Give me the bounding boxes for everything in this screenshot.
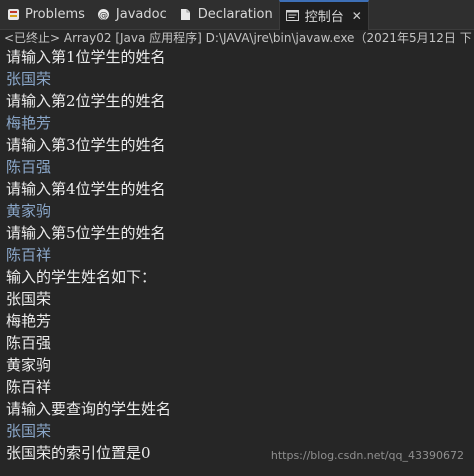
console-process-status: <已终止> Array02 [Java 应用程序] D:\JAVA\jre\bi… [0,30,474,46]
console-input-line: 陈百祥 [6,246,52,264]
console-output[interactable]: 请输入第1位学生的姓名 张国荣 请输入第2位学生的姓名 梅艳芳 请输入第3位学生的姓名陈… [0,46,474,476]
console-output-line: 输入的学生姓名如下： [6,268,157,286]
tab-label: Javadoc [115,7,167,22]
console-output-line: 陈百强 [6,334,52,352]
tab-javadoc[interactable]: @ Javadoc [91,0,173,30]
console-output-line: 请输入第5位学生的姓名 [6,224,166,242]
console-output-line: 黄家驹 [6,356,52,374]
view-tab-bar: Problems @ Javadoc Declaration 控制台 ✕ [0,0,474,30]
tab-declaration[interactable]: Declaration [173,0,279,30]
problems-icon [6,8,20,22]
javadoc-icon: @ [97,8,111,22]
svg-text:@: @ [99,11,108,21]
console-output-line: 梅艳芳 [6,312,52,330]
console-input-line: 黄家驹 [6,202,52,220]
console-output-line: 请输入第4位学生的姓名 [6,180,166,198]
console-output-line: 陈百祥 [6,378,52,396]
console-input-line: 张国荣 [6,422,52,440]
tab-label: Declaration [197,7,273,22]
declaration-icon [179,8,193,22]
console-output-line: 请输入第3位学生的姓名 [6,136,166,154]
tab-console[interactable]: 控制台 ✕ [278,0,369,30]
console-output-line: 请输入要查询的学生姓名 [6,400,172,418]
console-output-line: 请输入第1位学生的姓名 [6,48,166,66]
console-input-line: 梅艳芳 [6,114,52,132]
console-icon [286,9,300,23]
console-input-line: 陈百强 [6,158,52,176]
console-input-line: 张国荣 [6,70,52,88]
console-output-line: 张国荣 [6,290,52,308]
console-output-line: 请输入第2位学生的姓名 [6,92,166,110]
tab-label: 控制台 [304,10,344,25]
close-icon[interactable]: ✕ [352,9,362,23]
watermark: https://blog.csdn.net/qq_43390672 [270,449,464,462]
tab-problems[interactable]: Problems [0,0,91,30]
tab-label: Problems [25,7,85,22]
